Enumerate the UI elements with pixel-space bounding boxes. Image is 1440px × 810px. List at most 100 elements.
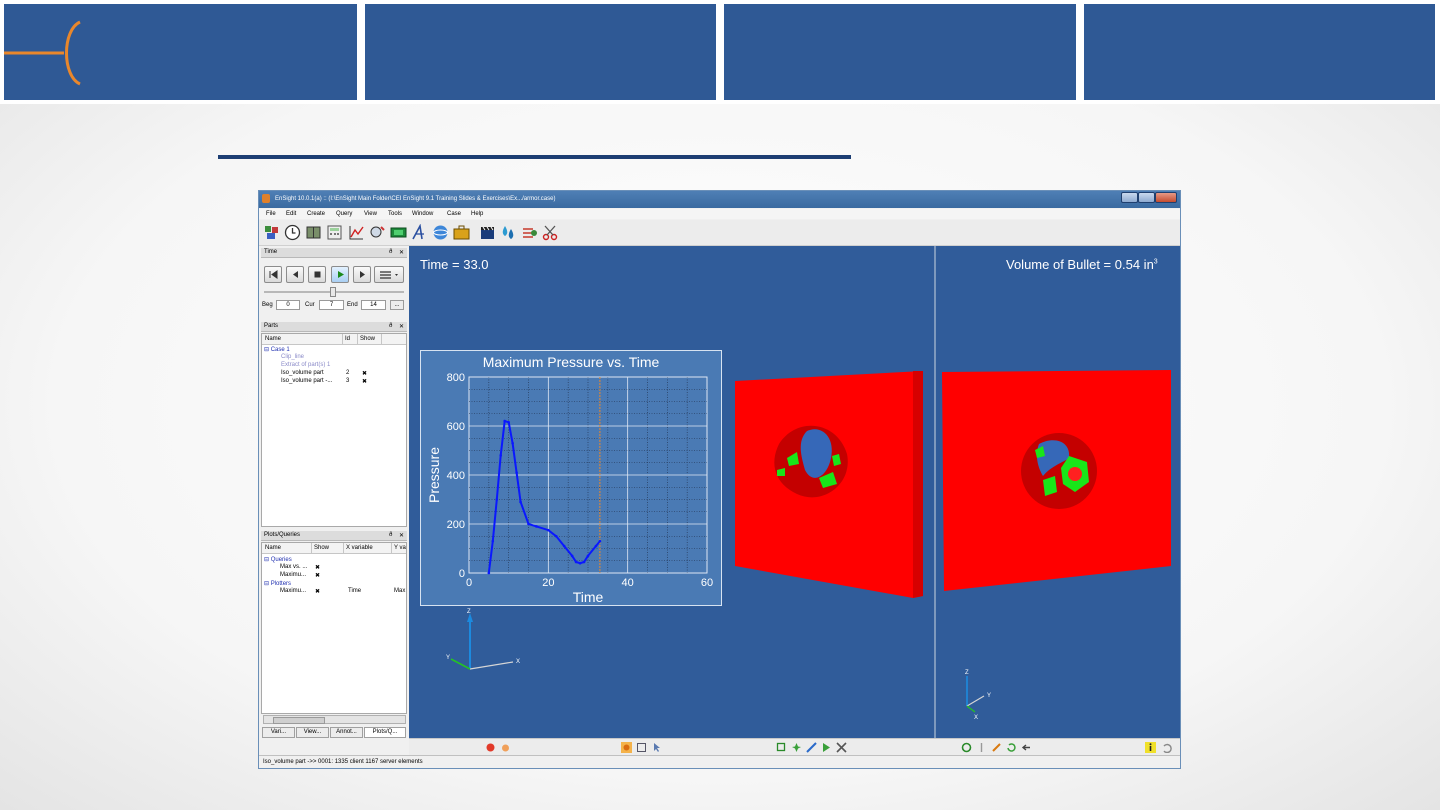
y-axis-label: Pressure (426, 447, 442, 503)
data-point (499, 454, 503, 457)
line-tool-icon[interactable] (806, 742, 817, 753)
info-icon[interactable] (1145, 742, 1156, 753)
show-checkbox[interactable]: ✖ (315, 572, 320, 579)
plot-icon[interactable] (348, 224, 365, 241)
menu-create[interactable]: Create (307, 211, 325, 217)
tree-clip-line[interactable]: Clip_line (281, 354, 304, 360)
undock-icon[interactable]: ð (389, 249, 392, 255)
close-button[interactable] (1155, 192, 1177, 203)
menu-case[interactable]: Case (447, 211, 461, 217)
query-icon[interactable] (369, 224, 386, 241)
menu-view[interactable]: View (364, 211, 377, 217)
menu-window[interactable]: Window (412, 211, 433, 217)
tree-plotters[interactable]: ⊟ Plotters (264, 580, 291, 587)
zoom-box-icon[interactable] (776, 742, 787, 753)
zoom-icon[interactable] (991, 742, 1002, 753)
show-checkbox[interactable]: ✖ (362, 370, 367, 377)
time-more-button[interactable]: ... (390, 300, 404, 310)
tools-icon[interactable] (836, 742, 847, 753)
menu-file[interactable]: File (266, 211, 276, 217)
tree-iso-volume-part-2[interactable]: Iso_volume part -... (281, 378, 332, 384)
query-item[interactable]: Max vs. ... (280, 564, 307, 570)
green-rectangle-icon[interactable] (390, 224, 407, 241)
toolbox-icon[interactable] (453, 224, 470, 241)
col-x-variable[interactable]: X variable (346, 545, 373, 551)
plots-panel-header: Plots/Queries ð ✕ (261, 531, 407, 541)
book-icon[interactable] (305, 224, 322, 241)
stop-button[interactable] (308, 266, 326, 283)
tab-annotations[interactable]: Annot... (330, 727, 363, 738)
col-show[interactable]: Show (314, 545, 329, 551)
select-mode-icon[interactable] (621, 742, 632, 753)
close-panel-icon[interactable]: ✕ (399, 532, 404, 539)
annotation-icon[interactable] (411, 224, 428, 241)
x-tick-label: 0 (466, 577, 472, 589)
query-item[interactable]: Maximu... (280, 572, 306, 578)
col-y-variable[interactable]: Y va (394, 545, 406, 551)
droplets-icon[interactable] (500, 224, 517, 241)
rotate-icon[interactable] (961, 742, 972, 753)
tab-plots-queries[interactable]: Plots/Q... (364, 727, 406, 738)
col-id[interactable]: Id (345, 336, 350, 342)
scrollbar-thumb[interactable] (273, 717, 325, 724)
close-panel-icon[interactable]: ✕ (399, 323, 404, 330)
flipbook-icon[interactable] (521, 224, 538, 241)
col-name[interactable]: Name (265, 545, 281, 551)
show-checkbox[interactable]: ✖ (315, 588, 320, 595)
tree-iso-volume-part[interactable]: Iso_volume part (281, 370, 324, 376)
col-show[interactable]: Show (360, 336, 375, 342)
window-title: EnSight 10.0.1(a) :: (I:\EnSight Main Fo… (275, 196, 556, 202)
close-panel-icon[interactable]: ✕ (399, 249, 404, 256)
pointer-icon[interactable] (651, 742, 662, 753)
step-back-button[interactable] (286, 266, 304, 283)
clapboard-icon[interactable] (479, 224, 496, 241)
sphere-icon[interactable] (432, 224, 449, 241)
tree-case1[interactable]: ⊟ Case 1 (264, 346, 290, 353)
record-icon[interactable] (485, 742, 496, 753)
undock-icon[interactable]: ð (389, 532, 392, 538)
beg-field[interactable]: 0 (276, 300, 300, 310)
menu-edit[interactable]: Edit (286, 211, 296, 217)
menu-help[interactable]: Help (471, 211, 483, 217)
translate-icon[interactable] (976, 742, 987, 753)
plots-list: Name Show X variable Y va ⊟ Queries Max … (261, 542, 407, 714)
tab-viewports[interactable]: View... (296, 727, 329, 738)
tab-variables[interactable]: Vari... (262, 727, 295, 738)
scissors-icon[interactable] (542, 224, 559, 241)
undock-icon[interactable]: ð (389, 323, 392, 329)
col-name[interactable]: Name (265, 336, 281, 342)
view-mode-icon[interactable] (636, 742, 647, 753)
minimize-button[interactable] (1121, 192, 1138, 203)
undo-icon[interactable] (1161, 742, 1172, 753)
hand-icon[interactable] (500, 742, 511, 753)
graphics-viewport[interactable]: Time = 33.0 Volume of Bullet = 0.54 in3 … (409, 246, 1180, 738)
clock-icon[interactable] (284, 224, 301, 241)
tree-extract[interactable]: Extract of part(s) 1 (281, 362, 330, 368)
star-icon[interactable] (791, 742, 802, 753)
horizontal-scrollbar[interactable] (263, 715, 406, 724)
menu-query[interactable]: Query (336, 211, 352, 217)
loop-options-button[interactable] (374, 266, 404, 283)
step-forward-button[interactable] (353, 266, 371, 283)
plotter-item[interactable]: Maximu... (280, 588, 306, 594)
plane-tool-icon[interactable] (821, 742, 832, 753)
play-button[interactable] (331, 266, 349, 283)
back-arrow-icon[interactable] (1021, 742, 1032, 753)
tree-queries[interactable]: ⊟ Queries (264, 556, 292, 563)
pressure-plot[interactable]: Maximum Pressure vs. Time 0 20 40 60 0 200 400… (420, 350, 722, 606)
reset-view-icon[interactable] (1006, 742, 1017, 753)
time-slider[interactable] (264, 287, 404, 297)
calculator-icon[interactable] (326, 224, 343, 241)
show-checkbox[interactable]: ✖ (315, 564, 320, 571)
volume-annotation: Volume of Bullet = 0.54 in3 (1006, 257, 1158, 272)
first-frame-button[interactable] (264, 266, 282, 283)
svg-text:X: X (516, 659, 520, 665)
y-tick-label: 800 (447, 372, 465, 384)
show-checkbox[interactable]: ✖ (362, 378, 367, 385)
maximize-button[interactable] (1138, 192, 1155, 203)
cur-field[interactable]: 7 (319, 300, 344, 310)
parts-icon[interactable] (263, 224, 280, 241)
time-slider-handle[interactable] (330, 287, 336, 297)
menu-tools[interactable]: Tools (388, 211, 402, 217)
end-field[interactable]: 14 (361, 300, 386, 310)
